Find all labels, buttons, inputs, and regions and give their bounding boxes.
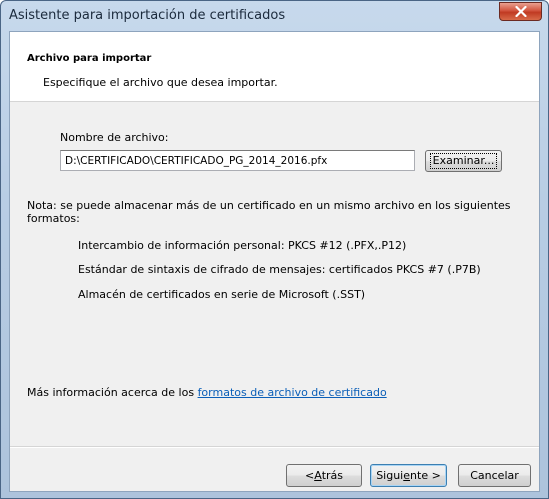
close-icon <box>514 6 527 17</box>
cert-formats-link[interactable]: formatos de archivo de certificado <box>198 386 387 399</box>
footer-divider <box>10 446 539 448</box>
more-info-line: Más información acerca de los formatos d… <box>27 386 387 399</box>
cancel-button[interactable]: Cancelar <box>458 464 531 487</box>
next-label-accel: e <box>403 469 411 482</box>
next-label-post: nte > <box>410 469 441 482</box>
filename-input[interactable] <box>60 150 415 171</box>
back-button[interactable]: < Atrás <box>286 464 362 487</box>
wizard-header: Archivo para importar Especifique el arc… <box>10 32 539 102</box>
format-item-p7b: Estándar de sintaxis de cifrado de mensa… <box>78 263 481 276</box>
more-info-prefix: Más información acerca de los <box>27 386 198 399</box>
note-line-2: formatos: <box>27 212 80 225</box>
title-bar[interactable]: Asistente para importación de certificad… <box>1 1 548 31</box>
window-title: Asistente para importación de certificad… <box>9 8 286 23</box>
page-subtitle: Especifique el archivo que desea importa… <box>43 76 278 89</box>
wizard-content: Archivo para importar Especifique el arc… <box>9 31 540 492</box>
browse-button[interactable]: Examinar... <box>425 150 502 172</box>
filename-label: Nombre de archivo: <box>60 131 169 144</box>
note-line-1: Nota: se puede almacenar más de un certi… <box>27 199 511 212</box>
back-label-accel: A <box>314 469 322 482</box>
browse-button-label: Examinar... <box>429 153 498 169</box>
format-item-pfx: Intercambio de información personal: PKC… <box>78 239 407 252</box>
page-title: Archivo para importar <box>27 53 152 64</box>
close-button[interactable] <box>499 2 542 21</box>
format-item-sst: Almacén de certificados en serie de Micr… <box>78 288 366 301</box>
back-label-pre: < <box>304 469 315 482</box>
next-label-pre: Sigui <box>376 469 404 482</box>
wizard-window: Asistente para importación de certificad… <box>0 0 549 499</box>
back-label-post: trás <box>321 469 344 482</box>
next-button[interactable]: Sigui e nte > <box>370 464 447 487</box>
